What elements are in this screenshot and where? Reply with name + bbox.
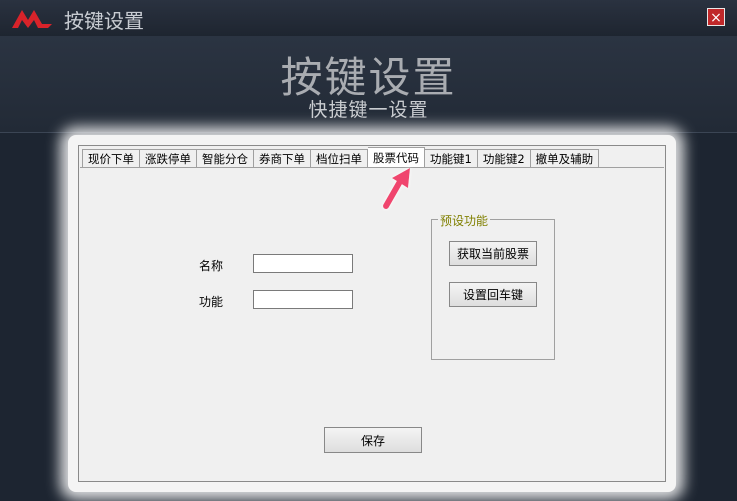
tab-function-key-1[interactable]: 功能键1: [425, 149, 478, 168]
function-label: 功能: [199, 295, 224, 309]
page-header: 按键设置 快捷键一设置: [0, 36, 737, 133]
close-icon: ×: [710, 10, 722, 26]
tab-stock-code[interactable]: 股票代码: [368, 147, 425, 168]
get-current-stock-button[interactable]: 获取当前股票: [449, 241, 537, 266]
tab-function-key-2[interactable]: 功能键2: [477, 149, 531, 168]
tab-cancel-assist[interactable]: 撤单及辅助: [530, 149, 600, 168]
tab-market-order[interactable]: 现价下单: [82, 149, 140, 168]
app-logo-icon: [12, 10, 52, 28]
name-label: 名称: [199, 259, 224, 273]
window-title: 按键设置: [64, 9, 144, 33]
close-button[interactable]: ×: [707, 8, 725, 26]
preset-group-title: 预设功能: [438, 212, 491, 229]
page-subtitle: 快捷键一设置: [308, 99, 429, 121]
tab-level-sweep[interactable]: 档位扫单: [311, 149, 368, 168]
pointer-arrow-icon: [383, 168, 410, 209]
tab-bar: 现价下单 涨跌停单 智能分仓 券商下单 档位扫单 股票代码 功能键1 功能键2 …: [82, 147, 600, 168]
save-button[interactable]: 保存: [324, 427, 422, 453]
name-input[interactable]: [253, 254, 353, 273]
tab-smart-split[interactable]: 智能分仓: [197, 149, 254, 168]
tab-broker-order[interactable]: 券商下单: [254, 149, 311, 168]
function-input[interactable]: [253, 290, 353, 309]
title-bar: 按键设置 ×: [0, 0, 737, 36]
tab-limit-order[interactable]: 涨跌停单: [140, 149, 197, 168]
set-enter-key-button[interactable]: 设置回车键: [449, 282, 537, 307]
